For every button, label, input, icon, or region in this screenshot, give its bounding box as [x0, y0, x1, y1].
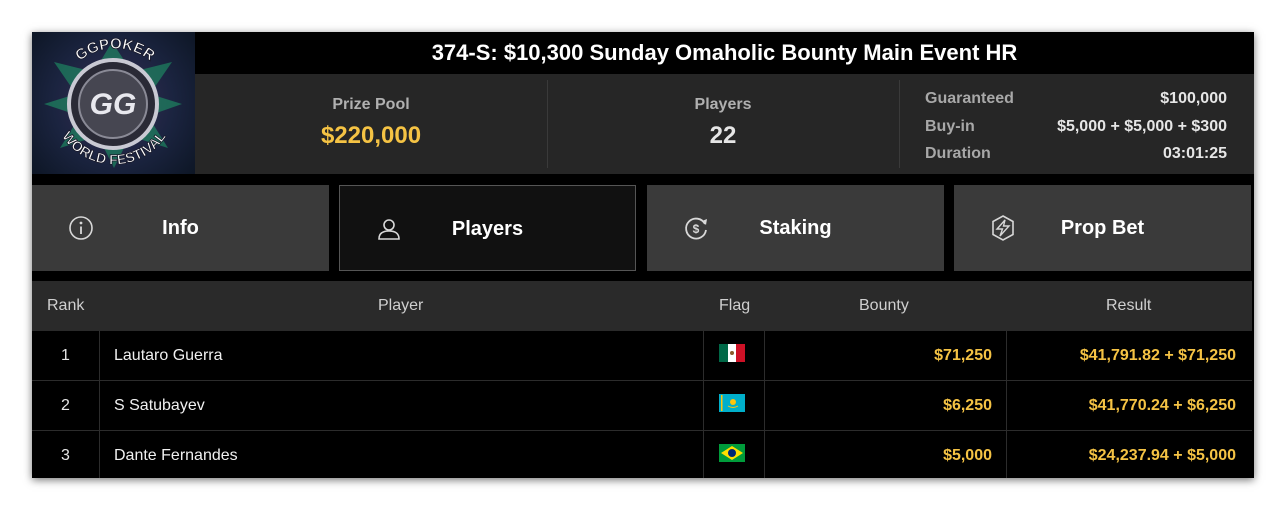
detail-duration: Duration 03:01:25 — [925, 140, 1227, 168]
player-name: Lautaro Guerra — [114, 347, 223, 364]
table-row[interactable]: 1 Lautaro Guerra $71,250 $41,791.82 + $7… — [32, 331, 1252, 381]
detail-guaranteed: Guaranteed $100,000 — [925, 85, 1227, 113]
detail-value: 03:01:25 — [1162, 145, 1227, 162]
result-value: $41,791.82 + $71,250 — [1079, 347, 1236, 364]
detail-value: $5,000 + $5,000 + $300 — [1057, 117, 1227, 135]
player-name: S Satubayev — [114, 397, 205, 414]
players-label: Players — [694, 96, 752, 113]
tab-players[interactable]: Players — [339, 185, 636, 271]
prize-pool-stat: Prize Pool $220,000 — [195, 74, 547, 174]
detail-buy-in: Buy-in $5,000 + $5,000 + $300 — [925, 113, 1227, 141]
mexico-flag-icon — [719, 344, 745, 362]
tab-info[interactable]: Info — [32, 185, 329, 271]
brazil-flag-icon — [719, 444, 745, 462]
results-table: Rank Player Flag Bounty Result 1 Lautaro… — [32, 281, 1252, 478]
column-rank[interactable]: Rank — [47, 281, 84, 331]
tournament-title: 374-S: $10,300 Sunday Omaholic Bounty Ma… — [195, 32, 1254, 74]
tab-label: Prop Bet — [1060, 217, 1145, 239]
bounty-value: $71,250 — [934, 347, 992, 364]
column-bounty[interactable]: Bounty — [859, 281, 909, 331]
column-player[interactable]: Player — [378, 281, 423, 331]
tab-prop-bet[interactable]: Prop Bet — [954, 185, 1251, 271]
rank-cell: 2 — [32, 381, 100, 430]
prize-pool-label: Prize Pool — [332, 96, 410, 113]
detail-label: Buy-in — [925, 117, 975, 135]
column-result[interactable]: Result — [1106, 281, 1151, 331]
stats-divider — [899, 80, 900, 168]
prize-pool-value: $220,000 — [320, 122, 422, 149]
table-header: Rank Player Flag Bounty Result — [32, 281, 1252, 331]
column-flag[interactable]: Flag — [719, 281, 750, 331]
kazakhstan-flag-icon — [719, 394, 745, 412]
detail-value: $100,000 — [1160, 90, 1227, 107]
detail-label: Duration — [925, 145, 991, 162]
players-count: 22 — [709, 122, 737, 149]
ggpoker-world-festival-logo: GG GGPOKER WORLD FESTIVAL — [32, 32, 195, 174]
rank-cell: 3 — [32, 431, 100, 478]
bounty-value: $5,000 — [943, 447, 992, 464]
tab-label: Info — [162, 217, 199, 239]
tab-staking[interactable]: $ Staking — [647, 185, 944, 271]
tournament-details: Guaranteed $100,000 Buy-in $5,000 + $5,0… — [925, 85, 1227, 168]
result-value: $24,237.94 + $5,000 — [1088, 447, 1236, 464]
rank-cell: 1 — [32, 331, 100, 380]
result-value: $41,770.24 + $6,250 — [1088, 397, 1236, 414]
tab-label: Staking — [759, 217, 832, 239]
players-stat: Players 22 — [547, 74, 899, 174]
svg-text:GG: GG — [90, 88, 137, 121]
tab-label: Players — [451, 218, 524, 240]
table-row[interactable]: 2 S Satubayev $6,250 $41,770.24 + $6,250 — [32, 381, 1252, 431]
player-name: Dante Fernandes — [114, 447, 238, 464]
flag-cell — [703, 431, 765, 478]
flag-cell — [703, 381, 765, 430]
flag-cell — [703, 331, 765, 380]
detail-label: Guaranteed — [925, 90, 1014, 107]
table-row[interactable]: 3 Dante Fernandes $5,000 $24,237.94 + $5… — [32, 431, 1252, 478]
tournament-panel: GG GGPOKER WORLD FESTIVAL 374-S: $10,300… — [32, 32, 1254, 478]
bounty-value: $6,250 — [943, 397, 992, 414]
tournament-stats: Prize Pool $220,000 Players 22 Guarantee… — [195, 74, 1254, 174]
tab-bar: Info Players $ Staking Prop Bet — [32, 185, 1254, 271]
